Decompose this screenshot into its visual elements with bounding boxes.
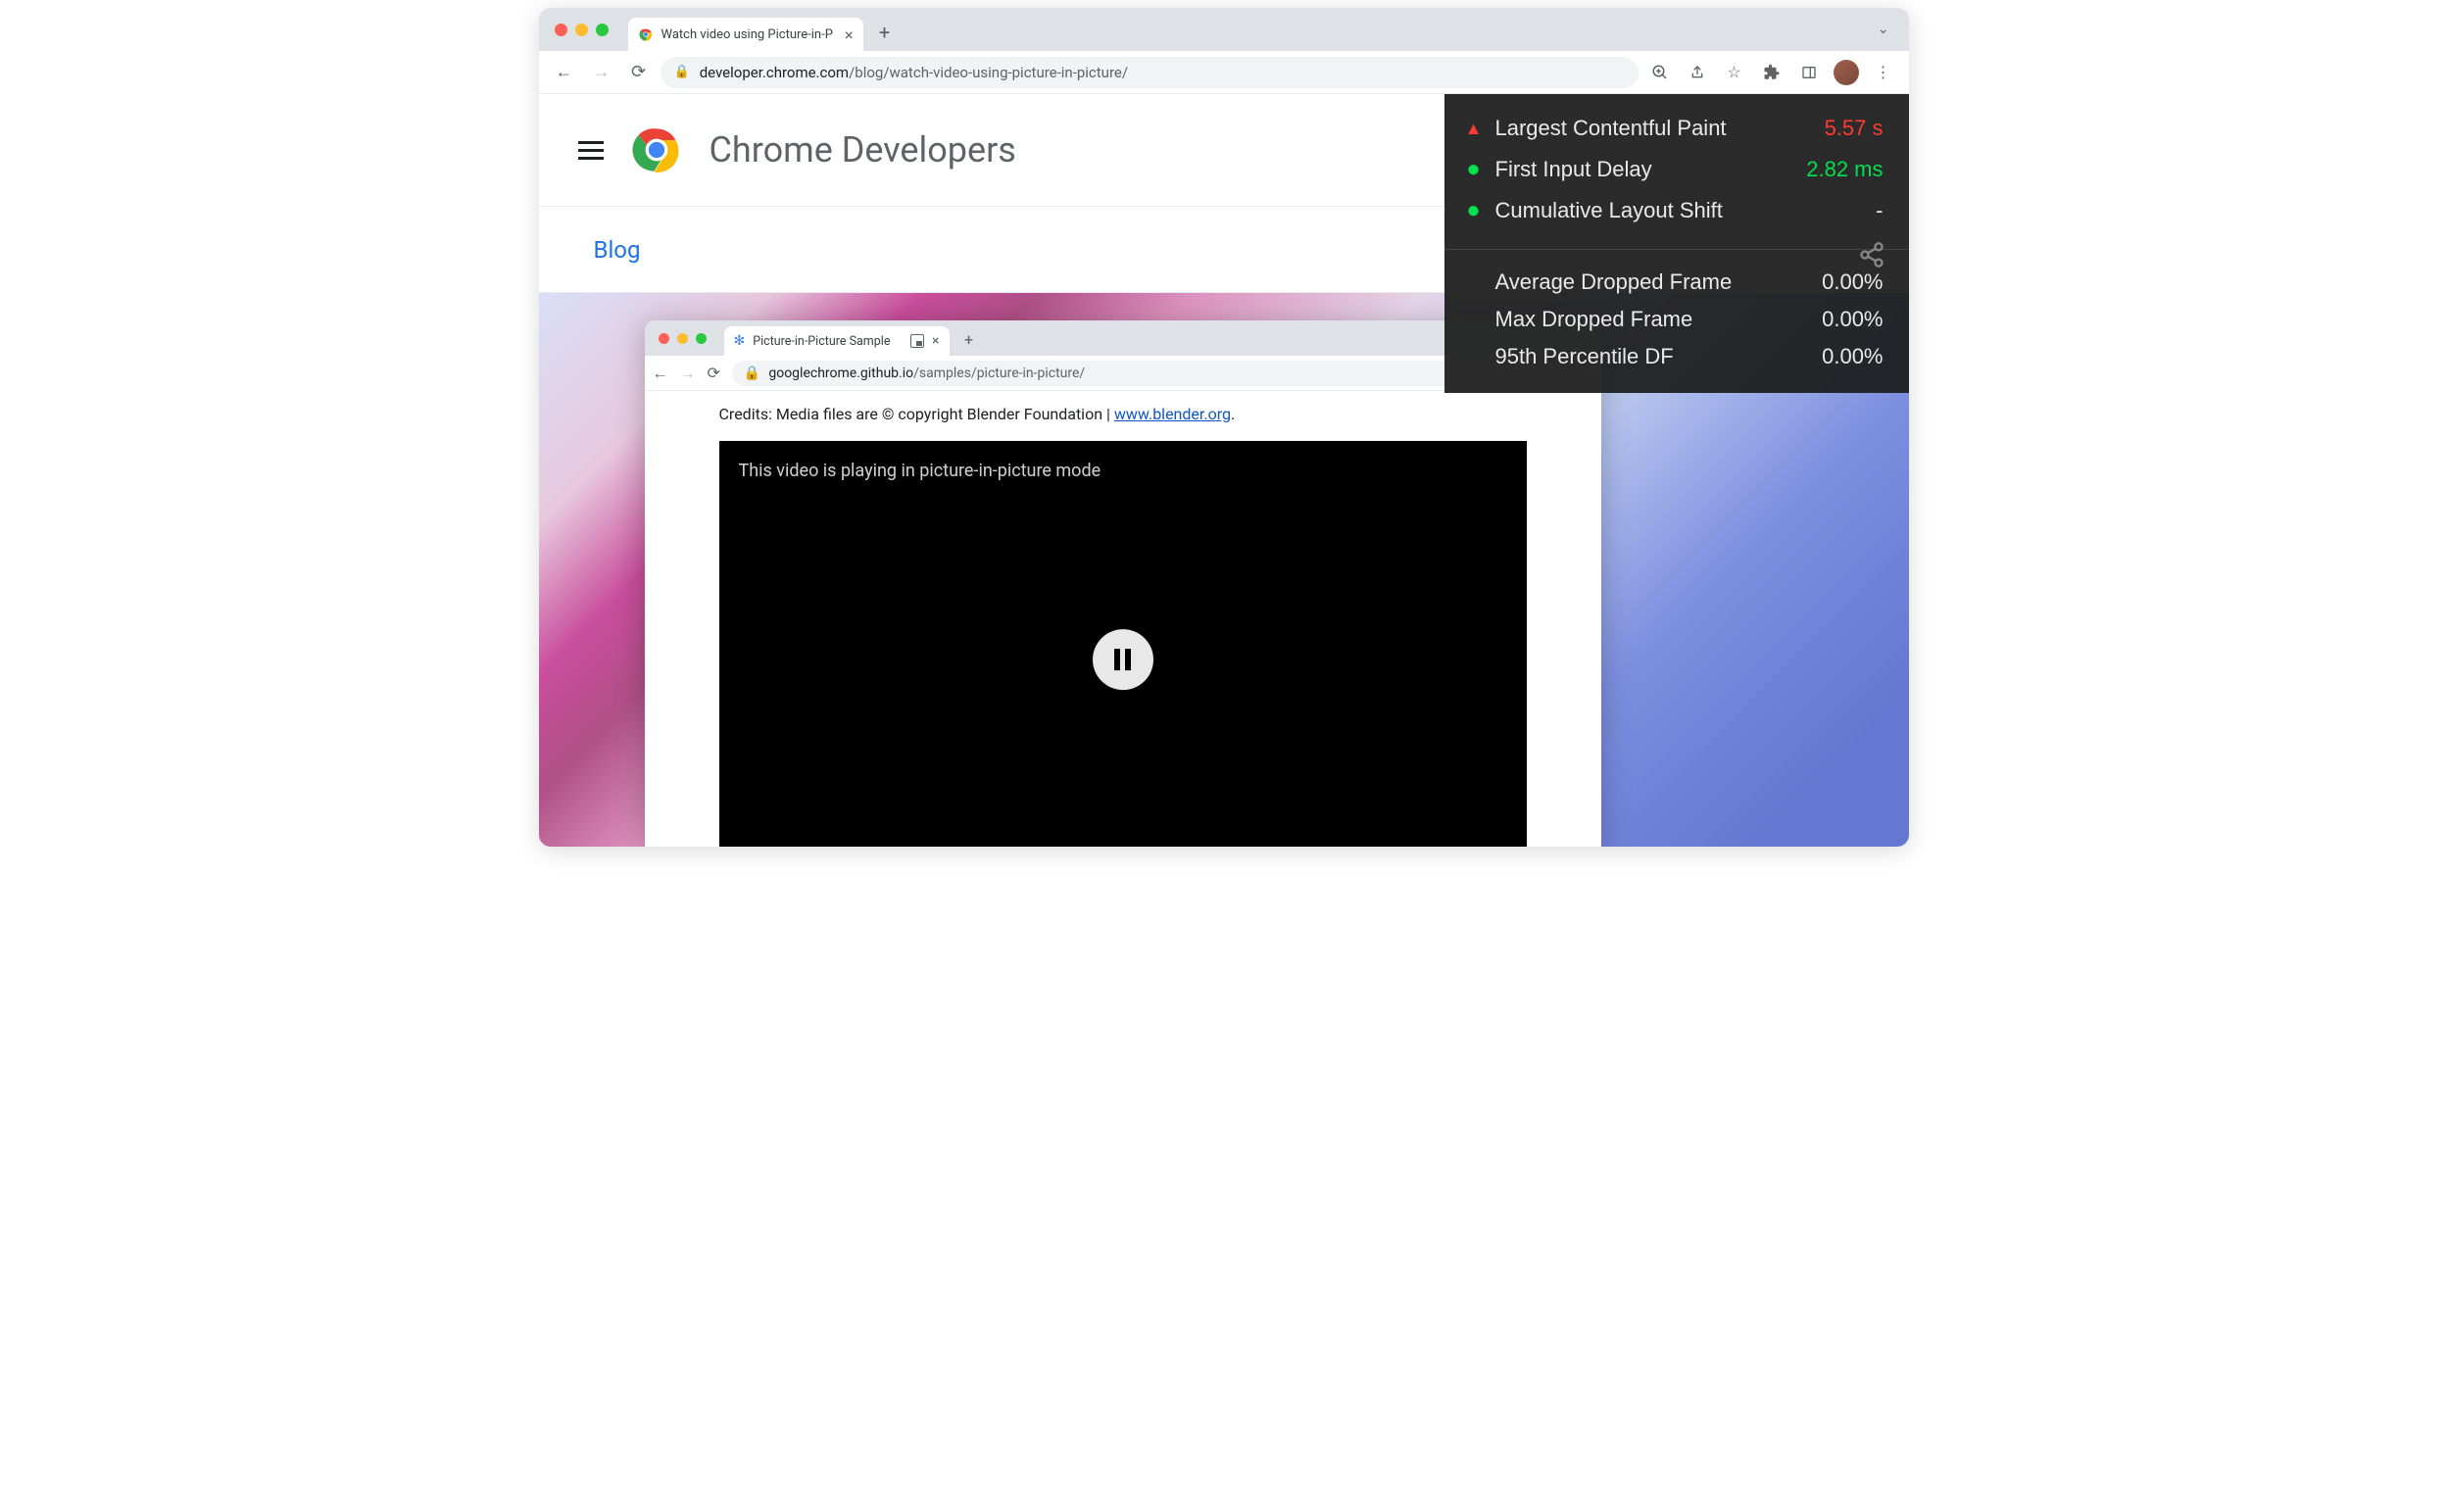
inner-forward-button[interactable]: → <box>680 364 696 383</box>
tab-bar: Watch video using Picture-in-P × + ⌄ <box>539 8 1909 51</box>
zoom-icon[interactable] <box>1644 57 1676 88</box>
window-controls <box>555 24 609 36</box>
menu-button[interactable]: ⋮ <box>1868 57 1899 88</box>
inner-back-button[interactable]: ← <box>653 364 668 383</box>
lock-icon: 🔒 <box>674 65 690 79</box>
new-tab-button[interactable]: + <box>871 19 899 46</box>
page-content: Chrome Developers Blog ✻ Picture-in-Pict… <box>539 94 1909 847</box>
inner-page-content: Credits: Media files are © copyright Ble… <box>645 391 1601 847</box>
profile-avatar[interactable] <box>1831 57 1862 88</box>
inner-tab-title: Picture-in-Picture Sample <box>753 334 903 349</box>
bookmark-icon[interactable]: ☆ <box>1719 57 1750 88</box>
sidepanel-icon[interactable] <box>1793 57 1825 88</box>
address-bar[interactable]: 🔒 developer.chrome.com/blog/watch-video-… <box>661 57 1639 88</box>
chrome-favicon-icon <box>638 26 654 42</box>
share-icon[interactable] <box>1682 57 1713 88</box>
overlay-share-icon[interactable] <box>1858 241 1885 268</box>
url-text: developer.chrome.com/blog/watch-video-us… <box>700 64 1625 81</box>
extensions-icon[interactable] <box>1756 57 1787 88</box>
inner-reload-button[interactable]: ⟳ <box>708 364 720 382</box>
minimize-window-button[interactable] <box>575 24 588 36</box>
dropped-frame-row: Average Dropped Frame 0.00% <box>1466 264 1884 301</box>
inner-maximize-window-button[interactable] <box>696 333 707 344</box>
core-web-vitals-section: ▲ Largest Contentful Paint 5.57 s ● First In… <box>1444 94 1909 249</box>
inner-close-window-button[interactable] <box>659 333 669 344</box>
metric-row: ● Cumulative Layout Shift- <box>1466 190 1884 231</box>
metric-row: ● First Input Delay 2.82 ms <box>1466 149 1884 190</box>
dropped-frame-label: Average Dropped Frame <box>1495 269 1733 295</box>
dropped-frame-value: 0.00% <box>1822 307 1883 332</box>
dropped-frame-row: 95th Percentile DF 0.00% <box>1466 338 1884 375</box>
chrome-logo-icon <box>631 124 682 175</box>
gear-favicon-icon: ✻ <box>734 333 746 349</box>
browser-tab[interactable]: Watch video using Picture-in-P × <box>628 18 863 51</box>
performance-overlay: ▲ Largest Contentful Paint 5.57 s ● First In… <box>1444 94 1909 393</box>
inner-browser-window: ✻ Picture-in-Picture Sample × + ← → ⟳ 🔒 … <box>645 320 1601 847</box>
dropped-frames-section: Average Dropped Frame0.00%Max Dropped Fr… <box>1444 249 1909 393</box>
dropped-frame-row: Max Dropped Frame 0.00% <box>1466 301 1884 338</box>
back-button[interactable]: ← <box>549 57 580 88</box>
pause-button[interactable] <box>1093 629 1153 690</box>
inner-new-tab-button[interactable]: + <box>955 325 983 353</box>
metric-value: 2.82 ms <box>1806 157 1883 182</box>
browser-window: Watch video using Picture-in-P × + ⌄ ← →… <box>539 8 1909 847</box>
reload-button[interactable]: ⟳ <box>623 57 655 88</box>
video-pip-message: This video is playing in picture-in-pict… <box>739 461 1507 481</box>
metric-value: 5.57 s <box>1825 116 1884 141</box>
credits-text: Credits: Media files are © copyright Ble… <box>719 405 1527 423</box>
breadcrumb-blog-link[interactable]: Blog <box>594 236 641 264</box>
metric-label: First Input Delay <box>1495 157 1793 182</box>
tab-title: Watch video using Picture-in-P <box>661 27 837 42</box>
close-tab-button[interactable]: × <box>845 25 854 44</box>
pip-indicator-icon <box>910 334 924 348</box>
metric-value: - <box>1876 198 1883 223</box>
tabs-menu-button[interactable]: ⌄ <box>1878 22 1889 37</box>
inner-close-tab-button[interactable]: × <box>932 333 939 349</box>
dropped-frame-value: 0.00% <box>1822 344 1883 369</box>
dropped-frame-label: Max Dropped Frame <box>1495 307 1693 332</box>
inner-minimize-window-button[interactable] <box>677 333 688 344</box>
forward-button[interactable]: → <box>586 57 617 88</box>
inner-url-text: googlechrome.github.io/samples/picture-i… <box>768 366 1085 381</box>
metric-row: ▲ Largest Contentful Paint 5.57 s <box>1466 108 1884 149</box>
inner-browser-tab[interactable]: ✻ Picture-in-Picture Sample × <box>724 326 950 356</box>
inner-window-controls <box>659 333 707 344</box>
hamburger-menu-button[interactable] <box>578 141 604 160</box>
maximize-window-button[interactable] <box>596 24 609 36</box>
status-dot-icon: ● <box>1466 203 1482 219</box>
browser-toolbar: ← → ⟳ 🔒 developer.chrome.com/blog/watch-… <box>539 51 1909 94</box>
metric-label: Largest Contentful Paint <box>1495 116 1811 141</box>
site-title: Chrome Developers <box>710 129 1016 171</box>
warning-triangle-icon: ▲ <box>1466 119 1482 139</box>
close-window-button[interactable] <box>555 24 567 36</box>
dropped-frame-label: 95th Percentile DF <box>1495 344 1674 369</box>
dropped-frame-value: 0.00% <box>1822 269 1883 295</box>
metric-label: Cumulative Layout Shift <box>1495 198 1863 223</box>
status-dot-icon: ● <box>1466 162 1482 177</box>
video-placeholder: This video is playing in picture-in-pict… <box>719 441 1527 847</box>
blender-link[interactable]: www.blender.org <box>1114 405 1231 423</box>
inner-lock-icon: 🔒 <box>744 366 760 381</box>
